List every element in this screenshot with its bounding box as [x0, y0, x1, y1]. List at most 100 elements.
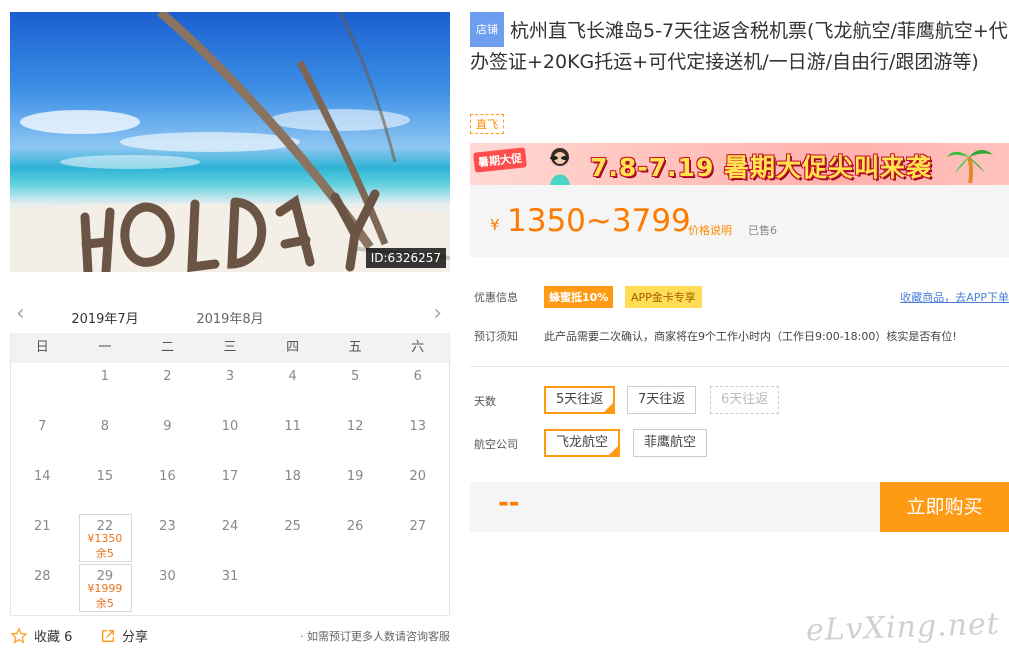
day-number: 27 — [409, 519, 427, 534]
calendar-day: 16 — [136, 463, 199, 513]
calendar-day: 8 — [74, 413, 137, 463]
weekday-label: 三 — [223, 340, 237, 355]
calendar-day: 3 — [199, 363, 262, 413]
day-price: ¥1350 — [87, 532, 123, 545]
calendar-day: 21 — [11, 513, 74, 563]
weekday-label: 二 — [160, 340, 174, 355]
notice-label: 预订须知 — [474, 330, 518, 343]
action-footer: 收藏 6 分享 · 如需预订更多人数请咨询客服 — [10, 626, 450, 646]
promo-banner[interactable]: 暑期大促 7.8-7.19 暑期大促尖叫来袭 — [470, 143, 1009, 185]
tab-month-august[interactable]: 2019年8月 — [185, 308, 275, 336]
calendar-day — [386, 563, 449, 613]
day-number: 24 — [221, 519, 239, 534]
share-label: 分享 — [122, 630, 149, 645]
calendar-day: 25 — [261, 513, 324, 563]
currency-symbol: ¥ — [490, 216, 500, 234]
prev-month-arrow-icon[interactable]: ‹ — [16, 303, 25, 325]
section-divider — [470, 366, 1009, 367]
option-airline-feilong[interactable]: 飞龙航空 — [544, 429, 621, 457]
day-number: 21 — [34, 519, 51, 534]
day-number: 16 — [159, 469, 176, 484]
day-number: 8 — [100, 419, 109, 434]
calendar-day: 31 — [199, 563, 262, 613]
day-number: 11 — [284, 419, 301, 434]
favorite-button[interactable]: 收藏 6 — [10, 626, 72, 645]
price-note-link[interactable]: 价格说明 — [688, 222, 732, 238]
calendar-day-available[interactable]: 29 ¥1999 余5 — [74, 563, 137, 613]
site-watermark: eLvXing.net — [805, 606, 1001, 649]
weekday-label: 六 — [411, 340, 425, 355]
product-title-text: 杭州直飞长滩岛5-7天往返含税机票(飞龙航空/菲鹰航空+代办签证+20KG托运+… — [470, 20, 1008, 73]
option-airline-feiying[interactable]: 菲鹰航空 — [633, 429, 708, 457]
day-number: 4 — [288, 369, 297, 384]
calendar-day: 18 — [261, 463, 324, 513]
share-icon — [102, 629, 114, 642]
calendar-day: 20 — [386, 463, 449, 513]
tab-month-july[interactable]: 2019年7月 — [60, 308, 150, 336]
next-month-arrow-icon[interactable]: › — [433, 303, 442, 325]
booking-hint: · 如需预订更多人数请咨询客服 — [300, 630, 450, 643]
banner-badge: 暑期大促 — [473, 147, 527, 173]
star-icon — [10, 626, 28, 644]
day-number: 15 — [96, 469, 114, 484]
calendar-day: 23 — [136, 513, 199, 563]
calendar-nav: ‹ 2019年7月 2019年8月 › — [10, 296, 450, 336]
day-number: 31 — [221, 569, 239, 584]
day-number: 25 — [284, 519, 301, 534]
calendar-day: 12 — [324, 413, 387, 463]
calendar-day: 30 — [136, 563, 199, 613]
day-number: 17 — [221, 469, 239, 484]
day-number: 23 — [159, 519, 176, 534]
discount-info-row: 优惠信息 蜂蜜抵10% APP金卡专享 收藏商品，去APP下单 — [470, 284, 1009, 308]
calendar-week-row: 21 22 ¥1350 余5 23 24 25 26 27 — [11, 513, 449, 563]
day-number: 7 — [38, 419, 47, 434]
price-box: ¥ 1350~3799 价格说明 已售6 — [470, 185, 1009, 257]
option-5-days[interactable]: 5天往返 — [544, 386, 616, 414]
option-6-days: 6天往返 — [710, 386, 780, 414]
buy-now-button[interactable]: 立即购买 — [880, 482, 1009, 532]
day-number: 14 — [34, 469, 51, 484]
discount-label: 优惠信息 — [474, 291, 518, 304]
calendar-day-available[interactable]: 22 ¥1350 余5 — [74, 513, 137, 563]
days-label: 天数 — [474, 395, 496, 408]
day-number: 10 — [221, 419, 239, 434]
palm-tree-icon — [947, 150, 993, 184]
day-stock: 余5 — [95, 597, 114, 610]
calendar-week-row: 7 8 9 10 11 12 13 — [11, 413, 449, 463]
weekday-label: 日 — [35, 340, 49, 355]
calendar-day: 4 — [261, 363, 324, 413]
day-number: 13 — [409, 419, 427, 434]
favorite-label: 收藏 6 — [34, 630, 73, 645]
option-7-days[interactable]: 7天往返 — [627, 386, 697, 414]
favorite-app-order-link[interactable]: 收藏商品，去APP下单 — [900, 289, 1009, 305]
day-number: 18 — [284, 469, 301, 484]
share-button[interactable]: 分享 — [100, 626, 148, 645]
airline-label: 航空公司 — [474, 438, 518, 451]
calendar-day: 1 — [74, 363, 137, 413]
product-hero-image: ID:6326257 — [10, 12, 450, 272]
calendar-day: 9 — [136, 413, 199, 463]
days-option-row: 天数 5天往返 7天往返 6天往返 — [470, 386, 1009, 414]
calendar-day: 24 — [199, 513, 262, 563]
image-id-badge: ID:6326257 — [365, 248, 446, 268]
calendar-week-row: 1 2 3 4 5 6 — [11, 363, 449, 413]
calendar-day: 2 — [136, 363, 199, 413]
day-number: 28 — [34, 569, 51, 584]
day-number: 2 — [163, 369, 172, 384]
product-title: 店铺 杭州直飞长滩岛5-7天往返含税机票(飞龙航空/菲鹰航空+代办签证+20KG托… — [470, 12, 1009, 78]
calendar-day: 28 — [11, 563, 74, 613]
day-number: 20 — [409, 469, 427, 484]
calendar-body: 1 2 3 4 5 6 7 8 9 10 11 12 13 14 15 16 17 18 19 20 21 22 ¥1350… — [11, 363, 449, 613]
calendar-day: 5 — [324, 363, 387, 413]
calendar-day: 6 — [386, 363, 449, 413]
date-calendar: ‹ 2019年7月 2019年8月 › 日一二三四五六 1 2 3 4 5 6 7 8 9 10 1… — [10, 296, 450, 616]
calendar-day: 7 — [11, 413, 74, 463]
day-stock: 余5 — [95, 547, 114, 560]
day-number: 1 — [100, 369, 109, 384]
weekday-label: 四 — [286, 340, 300, 355]
calendar-day: 17 — [199, 463, 262, 513]
calendar-day: 26 — [324, 513, 387, 563]
beach-girl-icon — [550, 148, 570, 185]
price-range: 1350~3799 — [507, 203, 691, 239]
buy-bar: -- 立即购买 — [470, 482, 1009, 532]
